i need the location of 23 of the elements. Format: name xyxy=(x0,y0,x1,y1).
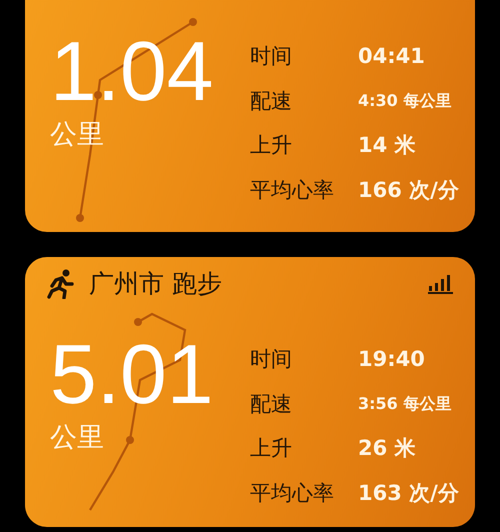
stat-value: 04:41 xyxy=(358,43,426,70)
stat-value: 3:56 每公里 xyxy=(358,392,452,414)
distance-unit: 公里 xyxy=(50,421,105,455)
bar-chart-icon[interactable] xyxy=(428,274,453,294)
stat-value: 166 次/分 xyxy=(358,176,459,204)
distance-unit: 公里 xyxy=(50,118,105,152)
stat-label: 时间 xyxy=(250,346,293,373)
stat-label: 平均心率 xyxy=(250,176,335,204)
stat-label: 时间 xyxy=(250,43,293,70)
distance-value: 1.04 xyxy=(50,34,214,108)
stat-value: 26 米 xyxy=(358,435,417,462)
workout-title: 广州市 跑步 xyxy=(89,268,222,300)
stat-value: 163 次/分 xyxy=(358,480,459,506)
stat-label: 配速 xyxy=(250,88,293,114)
stat-label: 上升 xyxy=(250,435,293,462)
stat-value: 4:30 每公里 xyxy=(358,90,452,112)
stat-label: 配速 xyxy=(250,390,293,418)
runner-icon xyxy=(47,269,75,299)
distance-value: 5.01 xyxy=(50,337,214,411)
stat-label: 上升 xyxy=(250,132,293,159)
stat-label: 平均心率 xyxy=(250,480,335,506)
stat-value: 19:40 xyxy=(358,346,426,373)
stat-value: 14 米 xyxy=(358,132,417,159)
